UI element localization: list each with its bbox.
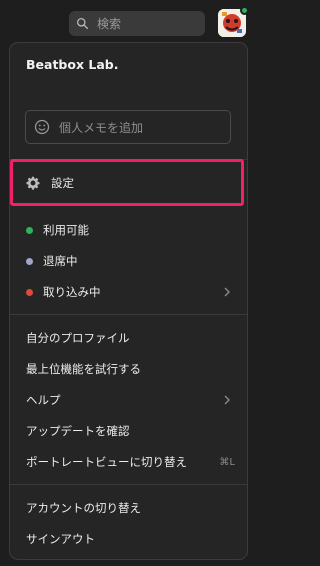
settings-label: 設定 xyxy=(51,175,74,190)
top-bar: 検索 xyxy=(0,0,256,40)
portrait-view-item[interactable]: ポートレートビューに切り替え ⌘L xyxy=(10,448,247,476)
divider xyxy=(10,314,247,315)
keyboard-shortcut: ⌘L xyxy=(219,456,235,468)
menu-label: 最上位機能を試行する xyxy=(26,362,141,376)
status-label: 取り込み中 xyxy=(43,285,101,299)
menu-label: ポートレートビューに切り替え xyxy=(26,455,187,469)
switch-account-item[interactable]: アカウントの切り替え xyxy=(10,494,247,522)
status-label: 利用可能 xyxy=(43,223,89,237)
status-away[interactable]: 退席中 xyxy=(10,247,247,275)
help-item[interactable]: ヘルプ xyxy=(10,386,247,414)
menu-label: ヘルプ xyxy=(26,393,61,407)
status-dot-away xyxy=(26,257,33,265)
status-dot-busy xyxy=(26,288,33,296)
search-box[interactable]: 検索 xyxy=(69,11,205,36)
try-premium-item[interactable]: 最上位機能を試行する xyxy=(10,355,247,383)
gear-icon xyxy=(26,176,40,190)
menu-label: アカウントの切り替え xyxy=(26,501,141,515)
chevron-right-icon xyxy=(224,395,230,405)
my-profile-item[interactable]: 自分のプロファイル xyxy=(10,324,247,352)
chevron-right-icon xyxy=(224,287,230,297)
settings-item[interactable]: 設定 xyxy=(18,165,238,200)
presence-indicator xyxy=(240,6,249,15)
status-dot-available xyxy=(26,226,33,234)
search-placeholder: 検索 xyxy=(97,17,122,31)
account-menu: Beatbox Lab. 個人メモを追加 設定 利用可能 退席中 取り込み中 自… xyxy=(9,42,248,560)
status-available[interactable]: 利用可能 xyxy=(10,216,247,244)
menu-label: サインアウト xyxy=(26,532,95,546)
menu-label: 自分のプロファイル xyxy=(26,331,130,345)
memo-placeholder: 個人メモを追加 xyxy=(59,120,144,135)
menu-label: アップデートを確認 xyxy=(26,424,130,438)
status-busy[interactable]: 取り込み中 xyxy=(10,278,247,306)
personal-memo-field[interactable]: 個人メモを追加 xyxy=(25,110,231,144)
status-label: 退席中 xyxy=(43,254,78,268)
smiley-icon xyxy=(34,119,50,135)
search-icon xyxy=(76,17,89,30)
divider xyxy=(10,484,247,485)
workspace-name: Beatbox Lab. xyxy=(26,57,119,72)
sign-out-item[interactable]: サインアウト xyxy=(10,525,247,553)
check-updates-item[interactable]: アップデートを確認 xyxy=(10,417,247,445)
